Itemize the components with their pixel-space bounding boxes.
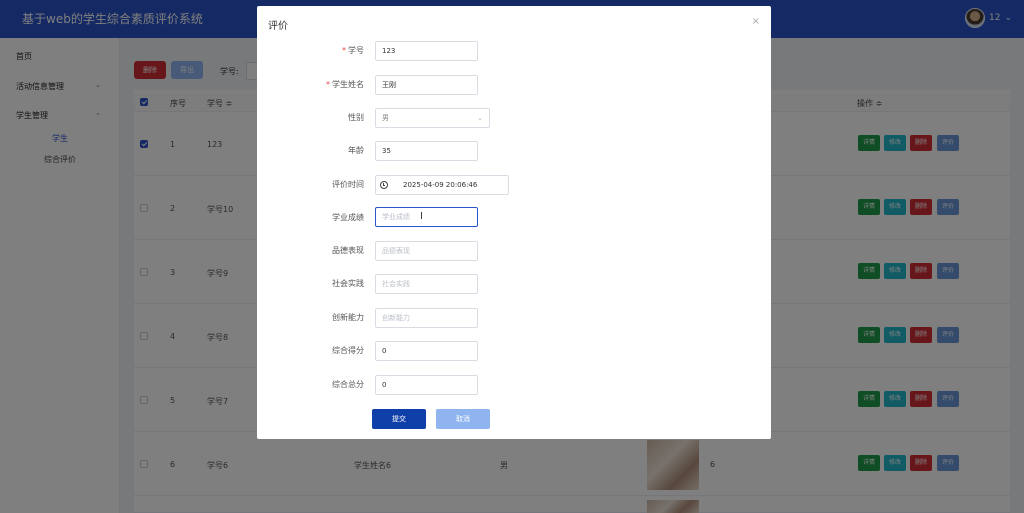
clock-icon xyxy=(380,181,388,189)
label-student-name: * 学生姓名 xyxy=(257,79,364,90)
cancel-button[interactable]: 取消 xyxy=(436,409,490,429)
morality-field[interactable]: 品德表现 xyxy=(375,241,478,261)
innovation-field[interactable]: 创新能力 xyxy=(375,308,478,328)
label-composite-total: 综合总分 xyxy=(332,380,364,389)
dialog-title: 评价 xyxy=(268,21,288,32)
eval-time-value: 2025-04-09 20:06:46 xyxy=(403,181,478,189)
gender-value: 男 xyxy=(382,114,389,122)
label-innovation: 创新能力 xyxy=(332,313,364,322)
label-morality: 品德表现 xyxy=(332,246,364,255)
label-social: 社会实践 xyxy=(332,279,364,288)
age-field[interactable]: 35 xyxy=(375,141,478,161)
label-eval-time: 评价时间 xyxy=(332,180,364,189)
eval-time-picker[interactable]: 2025-04-09 20:06:46 xyxy=(375,175,509,195)
label-student-no: * 学号 xyxy=(257,45,364,56)
academic-field[interactable]: 学业成绩 xyxy=(375,207,478,227)
submit-button[interactable]: 提交 xyxy=(372,409,426,429)
student-no-field[interactable]: 123 xyxy=(375,41,478,61)
label-text: 学生姓名 xyxy=(332,80,364,89)
label-age: 年龄 xyxy=(348,146,364,155)
student-name-field[interactable]: 王刚 xyxy=(375,75,478,95)
label-text: 学号 xyxy=(348,46,364,55)
label-composite-score: 综合得分 xyxy=(332,346,364,355)
required-mark: * xyxy=(342,46,346,55)
composite-total-field[interactable]: 0 xyxy=(375,375,478,395)
evaluation-dialog: 评价 × * 学号 123 * 学生姓名 王刚 性别 男 ⌄ 年龄 35 评价时间 … xyxy=(257,6,771,439)
composite-score-field[interactable]: 0 xyxy=(375,341,478,361)
required-mark: * xyxy=(326,80,330,89)
social-field[interactable]: 社会实践 xyxy=(375,274,478,294)
label-gender: 性别 xyxy=(348,113,364,122)
text-cursor-icon: I xyxy=(420,211,423,222)
close-icon[interactable]: × xyxy=(752,16,760,27)
chevron-down-icon: ⌄ xyxy=(477,114,483,122)
gender-select[interactable]: 男 ⌄ xyxy=(375,108,490,128)
label-academic: 学业成绩 xyxy=(332,213,364,222)
